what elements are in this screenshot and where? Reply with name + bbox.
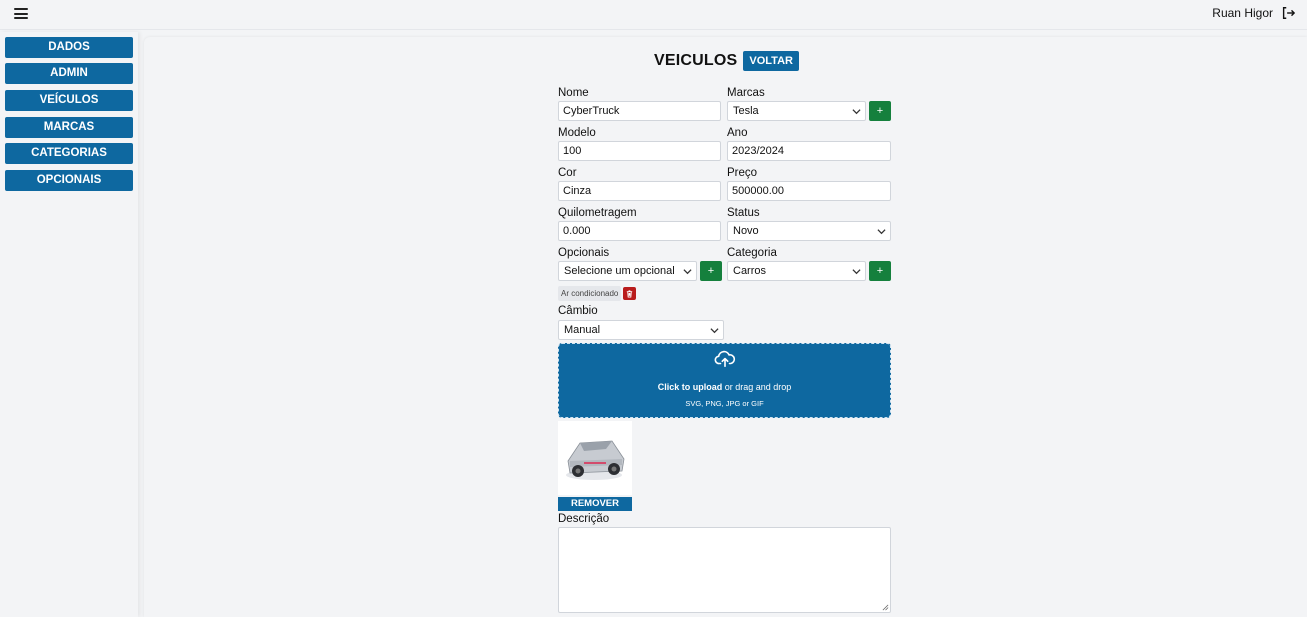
categoria-select-value: Carros bbox=[733, 265, 767, 277]
sidebar-item-dados[interactable]: DADOS bbox=[5, 37, 133, 58]
cambio-label: Câmbio bbox=[558, 305, 598, 317]
sidebar-item-opcionais[interactable]: OPCIONAIS bbox=[5, 170, 133, 191]
chevron-down-icon bbox=[877, 229, 886, 235]
ano-input[interactable]: 2023/2024 bbox=[727, 141, 891, 161]
descricao-textarea[interactable] bbox=[558, 527, 891, 613]
add-marca-button[interactable]: + bbox=[869, 101, 891, 121]
categoria-label: Categoria bbox=[727, 247, 777, 259]
modelo-label: Modelo bbox=[558, 127, 596, 139]
opcionais-select-value: Selecione um opcional bbox=[564, 265, 675, 277]
upload-formats: SVG, PNG, JPG or GIF bbox=[685, 399, 764, 408]
user-name: Ruan Higor bbox=[1212, 6, 1273, 20]
sidebar-item-admin[interactable]: ADMIN bbox=[5, 63, 133, 84]
hamburger-menu-icon[interactable] bbox=[14, 8, 28, 19]
status-label: Status bbox=[727, 207, 760, 219]
vehicle-thumbnail bbox=[558, 421, 632, 495]
upload-instructions: Click to upload or drag and drop bbox=[559, 382, 890, 392]
cor-label: Cor bbox=[558, 167, 577, 179]
chevron-down-icon bbox=[683, 269, 692, 275]
page-header: VEICULOS VOLTAR bbox=[654, 51, 799, 71]
nome-label: Nome bbox=[558, 87, 589, 99]
categoria-select[interactable]: Carros bbox=[727, 261, 866, 281]
sidebar-item-marcas[interactable]: MARCAS bbox=[5, 117, 133, 138]
sidebar: DADOS ADMIN VEÍCULOS MARCAS CATEGORIAS O… bbox=[0, 32, 138, 617]
quilometragem-label: Quilometragem bbox=[558, 207, 637, 219]
preco-label: Preço bbox=[727, 167, 758, 179]
add-categoria-button[interactable]: + bbox=[869, 261, 891, 281]
chevron-down-icon bbox=[852, 269, 861, 275]
modelo-input[interactable]: 100 bbox=[558, 141, 721, 161]
chevron-down-icon bbox=[852, 109, 861, 115]
user-area: Ruan Higor bbox=[1212, 6, 1295, 20]
nome-input[interactable]: CyberTruck bbox=[558, 101, 721, 121]
cambio-select[interactable]: Manual bbox=[558, 320, 724, 340]
upload-click-text: Click to upload bbox=[657, 382, 723, 392]
preco-input[interactable]: 500000.00 bbox=[727, 181, 891, 201]
remove-image-button[interactable]: REMOVER bbox=[558, 497, 632, 511]
quilometragem-input[interactable]: 0.000 bbox=[558, 221, 721, 241]
resize-handle-icon[interactable] bbox=[882, 604, 889, 611]
chevron-down-icon bbox=[710, 328, 719, 334]
descricao-label: Descrição bbox=[558, 513, 610, 525]
opcionais-label: Opcionais bbox=[558, 247, 610, 259]
opcional-chip: Ar condicionado bbox=[558, 286, 622, 301]
upload-drag-text: or drag and drop bbox=[722, 382, 792, 392]
trash-icon[interactable] bbox=[623, 287, 636, 300]
file-upload-dropzone[interactable]: Click to upload or drag and drop SVG, PN… bbox=[558, 343, 891, 418]
cor-input[interactable]: Cinza bbox=[558, 181, 721, 201]
add-opcional-button[interactable]: + bbox=[700, 261, 722, 281]
sidebar-item-categorias[interactable]: CATEGORIAS bbox=[5, 143, 133, 164]
top-bar: Ruan Higor bbox=[0, 0, 1307, 30]
sidebar-item-veiculos[interactable]: VEÍCULOS bbox=[5, 90, 133, 111]
back-button[interactable]: VOLTAR bbox=[743, 51, 799, 71]
cloud-upload-icon bbox=[714, 350, 736, 368]
marcas-select[interactable]: Tesla bbox=[727, 101, 866, 121]
cambio-select-value: Manual bbox=[564, 324, 601, 336]
opcionais-select[interactable]: Selecione um opcional bbox=[558, 261, 697, 281]
page-title: VEICULOS bbox=[654, 52, 738, 69]
marcas-select-value: Tesla bbox=[733, 105, 759, 117]
marcas-label: Marcas bbox=[727, 87, 765, 99]
ano-label: Ano bbox=[727, 127, 748, 139]
status-select[interactable]: Novo bbox=[727, 221, 891, 241]
logout-icon[interactable] bbox=[1281, 6, 1295, 20]
status-select-value: Novo bbox=[733, 225, 759, 237]
